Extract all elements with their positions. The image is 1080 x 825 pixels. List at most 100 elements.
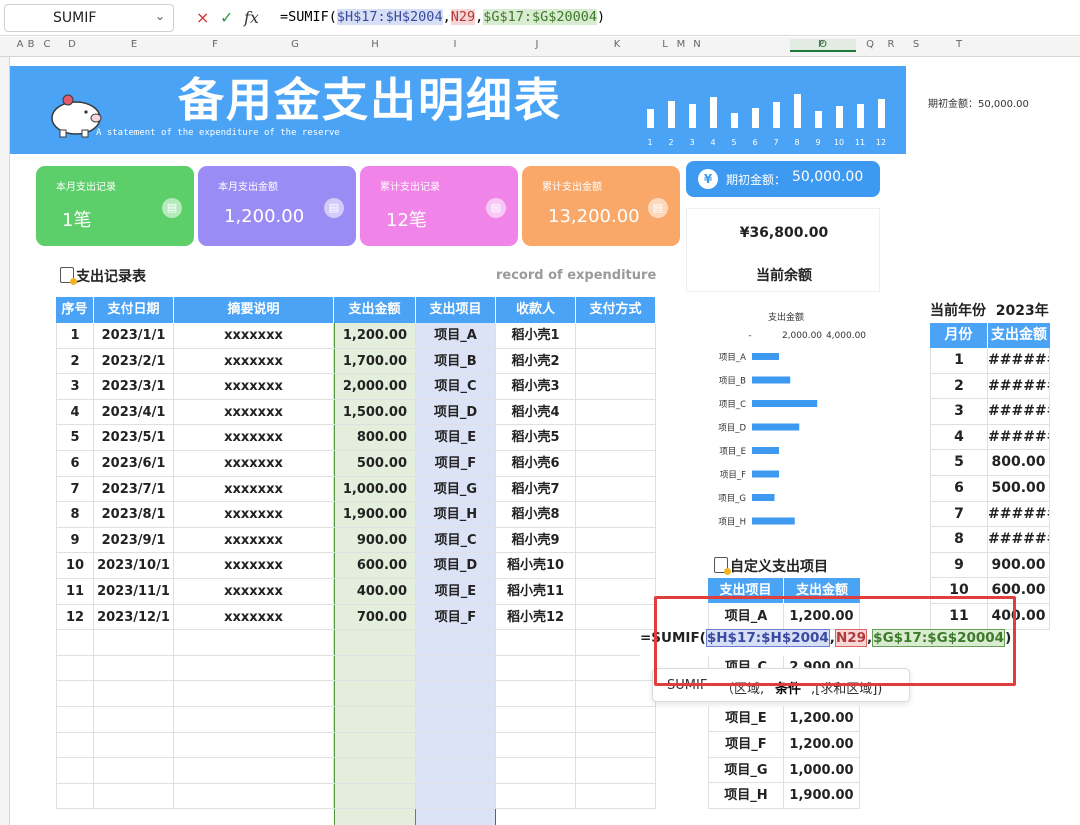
table-cell[interactable]: 700.00 [334,604,416,631]
table-cell[interactable]: 2023/9/1 [94,527,174,554]
custom-table-cell[interactable]: 1,000.00 [784,757,860,784]
month-table-cell[interactable]: ###### [988,399,1050,425]
month-table-cell[interactable]: ###### [988,424,1050,451]
column-header-m[interactable]: M [673,39,689,50]
table-cell[interactable] [496,758,576,784]
formula-text[interactable]: =SUMIF($H$17:$H$2004,N29,$G$17:$G$20004) [280,9,605,25]
summary-card-value[interactable]: 12笔 [386,206,427,232]
table-cell[interactable] [94,732,174,759]
table-cell[interactable] [334,783,416,810]
table-cell[interactable]: 稻小壳1 [496,323,576,349]
column-header-f[interactable]: F [207,39,223,50]
custom-table-cell[interactable]: 项目_F [708,732,784,758]
month-table-cell[interactable]: 3 [930,399,988,425]
table-cell[interactable] [416,783,496,810]
table-cell[interactable] [174,681,334,707]
table-cell[interactable]: 稻小壳11 [496,579,576,605]
custom-table-cell[interactable]: 项目_E [708,706,784,732]
column-header-i[interactable]: I [447,39,463,50]
month-table-cell[interactable]: 900.00 [988,552,1050,579]
month-table-cell[interactable]: 2 [930,373,988,400]
table-cell[interactable]: 项目_A [416,323,496,349]
table-cell[interactable]: 2023/3/1 [94,374,174,400]
table-cell[interactable]: xxxxxxx [174,476,334,503]
table-cell[interactable] [56,783,94,810]
table-cell[interactable]: 1,000.00 [334,476,416,503]
table-cell[interactable] [576,732,656,759]
table-cell[interactable] [416,655,496,682]
table-cell[interactable] [56,758,94,784]
table-cell[interactable] [496,783,576,810]
column-header-e[interactable]: E [126,39,142,50]
table-cell[interactable]: 稻小壳8 [496,502,576,528]
table-cell[interactable]: 5 [56,425,94,451]
table-cell[interactable] [576,502,656,528]
table-cell[interactable] [174,707,334,733]
month-table-cell[interactable]: 6 [930,476,988,502]
table-cell[interactable]: 项目_D [416,553,496,579]
table-cell[interactable] [576,399,656,426]
table-cell[interactable]: xxxxxxx [174,323,334,349]
custom-table-cell[interactable]: 项目_H [708,783,784,809]
summary-card-value[interactable]: 1,200.00 [224,206,304,227]
table-cell[interactable] [576,323,656,349]
table-header-cell[interactable]: 收款人 [496,297,576,323]
table-cell[interactable] [56,655,94,682]
table-cell[interactable]: xxxxxxx [174,348,334,375]
table-cell[interactable] [496,707,576,733]
table-cell[interactable] [334,681,416,707]
table-cell[interactable] [576,758,656,784]
current-year-value[interactable]: 2023年 [996,303,1049,319]
table-cell[interactable]: 2023/10/1 [94,553,174,579]
table-cell[interactable]: xxxxxxx [174,553,334,579]
month-table-cell[interactable]: ###### [988,501,1050,528]
table-cell[interactable] [174,655,334,682]
table-cell[interactable] [576,783,656,810]
table-cell[interactable] [94,681,174,707]
cancel-icon[interactable]: × [196,8,209,27]
table-cell[interactable] [94,655,174,682]
column-header-p[interactable]: P [813,39,829,50]
table-cell[interactable]: 800.00 [334,425,416,451]
table-cell[interactable] [174,783,334,810]
table-cell[interactable] [576,681,656,707]
custom-table-cell[interactable]: 1,200.00 [784,706,860,732]
table-cell[interactable] [416,630,496,656]
table-cell[interactable]: 稻小壳9 [496,527,576,554]
table-cell[interactable]: 6 [56,451,94,477]
table-cell[interactable]: 稻小壳12 [496,604,576,631]
table-cell[interactable]: 稻小壳6 [496,451,576,477]
column-header-j[interactable]: J [529,39,545,50]
table-cell[interactable]: xxxxxxx [174,451,334,477]
table-cell[interactable]: 1,500.00 [334,399,416,426]
table-cell[interactable] [576,374,656,400]
table-cell[interactable]: 2,000.00 [334,374,416,400]
table-cell[interactable] [416,707,496,733]
custom-table-cell[interactable]: 项目_G [708,757,784,784]
table-cell[interactable]: 4 [56,399,94,426]
table-cell[interactable]: xxxxxxx [174,527,334,554]
table-cell[interactable] [94,783,174,810]
table-cell[interactable] [576,707,656,733]
formula-input-area[interactable]: × ✓ fx =SUMIF($H$17:$H$2004,N29,$G$17:$G… [186,4,1076,32]
table-cell[interactable]: 项目_E [416,579,496,605]
table-header-cell[interactable]: 支付方式 [576,297,656,323]
table-cell[interactable] [334,630,416,656]
table-cell[interactable]: 400.00 [334,579,416,605]
table-cell[interactable] [334,732,416,759]
table-cell[interactable] [576,579,656,605]
month-table-cell[interactable]: 4 [930,424,988,451]
table-cell[interactable]: 3 [56,374,94,400]
table-cell[interactable]: xxxxxxx [174,399,334,426]
table-cell[interactable]: 项目_D [416,399,496,426]
table-cell[interactable]: 9 [56,527,94,554]
table-cell[interactable]: 2023/2/1 [94,348,174,375]
table-cell[interactable] [416,681,496,707]
table-header-cell[interactable]: 序号 [56,297,94,323]
table-cell[interactable]: 2023/4/1 [94,399,174,426]
initial-amount-cell[interactable]: 期初金额：50,000.00 [928,95,1029,110]
table-cell[interactable]: 10 [56,553,94,579]
table-cell[interactable]: 1,200.00 [334,323,416,349]
column-header-b[interactable]: B [23,39,39,50]
month-table-header[interactable]: 月份 [930,323,988,348]
